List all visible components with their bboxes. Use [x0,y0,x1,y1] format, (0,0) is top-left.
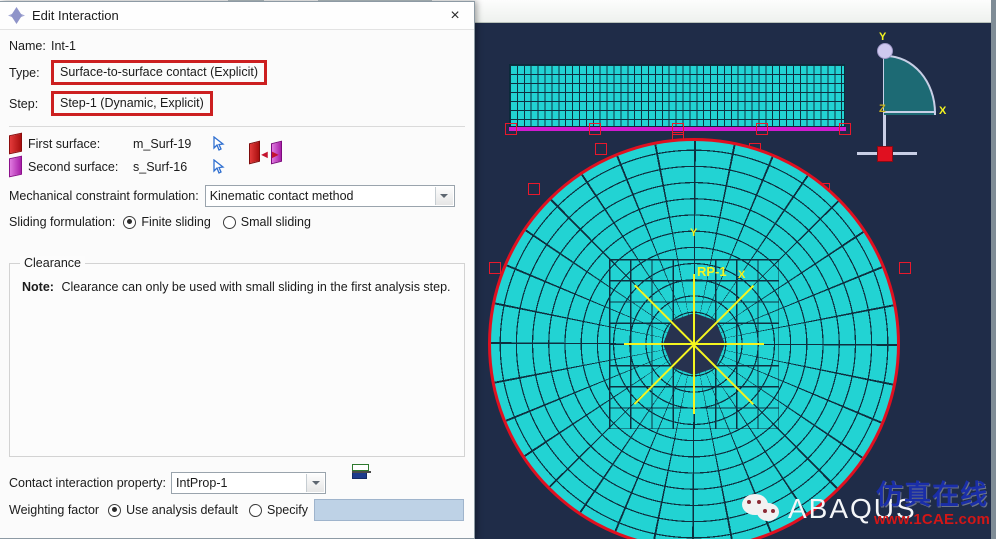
row-second-surface: Second surface: s_Surf-16 [9,155,465,178]
radio-specify[interactable]: Specify [248,503,308,517]
second-surface-icon [9,155,22,178]
clearance-note-text: Clearance can only be used with small sl… [61,280,451,294]
swap-surfaces-icon[interactable]: ◄► [248,140,282,166]
screenshot-root: Y X RP-1 Y X Z ABAQUS 仿真在线 www.1CAE.com … [0,0,996,539]
chevron-down-icon[interactable] [434,187,453,205]
create-interaction-property-icon[interactable] [352,464,371,483]
disc-body: Y X RP-1 [488,138,900,539]
radio-specify-dot [248,503,262,517]
radio-small-sliding-label: Small sliding [240,215,311,229]
selection-marker [839,123,851,135]
rp-y-axis-label: Y [690,227,698,239]
triad-quarter-arc-base [884,111,936,113]
wechat-icon [742,492,782,526]
pick-first-surface-icon[interactable] [213,136,226,151]
meshed-disc-part: Y X RP-1 [488,138,908,539]
clearance-note: Note: Clearance can only be used with sm… [22,280,451,294]
radio-use-analysis-default[interactable]: Use analysis default [108,503,238,517]
radio-small-sliding-dot [222,215,236,229]
mesh-plate-top [509,64,845,127]
cae-watermark: 仿真在线 www.1CAE.com [872,481,992,537]
cae-watermark-url: www.1CAE.com [873,511,991,528]
triad-y-label: Y [879,31,887,43]
radio-specify-label: Specify [266,503,308,517]
first-surface-icon [9,132,22,155]
radio-use-analysis-default-label: Use analysis default [126,503,238,517]
type-label: Type: [9,65,40,80]
radio-finite-sliding-label: Finite sliding [141,215,211,229]
weighting-factor-input[interactable] [313,499,464,521]
mesh-plate-horizontal-lines [510,65,844,126]
divider-1 [9,126,465,127]
row-step: Step: Step-1 (Dynamic, Explicit) [9,91,465,116]
first-surface-value: m_Surf-19 [133,136,192,151]
row-mechanical-constraint: Mechanical constraint formulation: Kinem… [9,185,465,207]
clearance-note-bold: Note: [22,280,54,294]
sliding-formulation-label: Sliding formulation: [9,215,116,229]
abaqus-diamond-icon [8,7,25,24]
name-label: Name: [9,39,46,53]
triad-x-label: X [939,105,947,117]
radio-small-sliding[interactable]: Small sliding [222,215,311,229]
reference-point-label: RP-1 [697,264,727,279]
radio-finite-sliding-dot [123,215,137,229]
row-weighting-factor: Weighting factor Use analysis default Sp… [9,499,464,521]
contact-property-value: IntProp-1 [176,476,228,490]
clearance-group-legend: Clearance [20,256,85,270]
contact-property-select[interactable]: IntProp-1 [171,472,327,494]
step-label: Step: [9,96,39,111]
surfaces-block: First surface: m_Surf-19 Second surface:… [9,132,465,178]
weighting-factor-label: Weighting factor [9,503,100,517]
edit-interaction-dialog[interactable]: Edit Interaction × 1CA Name: Int-1 Type:… [0,1,475,539]
row-contact-interaction-property: Contact interaction property: IntProp-1 [9,472,327,494]
contact-property-label: Contact interaction property: [9,476,167,490]
coordinate-triad-widget: Y X Z [855,31,965,162]
dialog-title: Edit Interaction [32,8,119,23]
step-value-highlighted: Step-1 (Dynamic, Explicit) [51,91,213,116]
selection-marker [756,123,768,135]
row-first-surface: First surface: m_Surf-19 [9,132,465,155]
triad-y-handle[interactable] [877,43,893,59]
second-surface-label: Second surface: [28,159,119,174]
dialog-body: 1CA Name: Int-1 Type: Surface-to-surface… [0,39,474,521]
viewport-right-edge [991,0,996,539]
chevron-down-icon[interactable] [306,474,325,492]
radio-use-analysis-default-dot [108,503,122,517]
selection-marker [505,123,517,135]
mechanical-constraint-value: Kinematic contact method [209,189,354,203]
row-type: Type: Surface-to-surface contact (Explic… [9,60,465,85]
row-name: Name: Int-1 [9,39,465,53]
name-value: Int-1 [51,39,77,53]
mechanical-constraint-select[interactable]: Kinematic contact method [204,185,455,207]
selection-marker [589,123,601,135]
radio-finite-sliding[interactable]: Finite sliding [123,215,211,229]
first-surface-label: First surface: [28,136,101,151]
pick-second-surface-icon[interactable] [213,159,226,174]
triad-origin-handle[interactable] [877,146,893,162]
mechanical-constraint-label: Mechanical constraint formulation: [9,189,199,203]
row-sliding-formulation: Sliding formulation: Finite sliding Smal… [9,215,465,229]
triad-quarter-arc [884,55,936,115]
second-surface-value: s_Surf-16 [133,159,188,174]
triad-z-label: Z [879,103,886,115]
clearance-group: Clearance Note: Clearance can only be us… [9,256,465,457]
close-icon[interactable]: × [442,5,468,26]
type-value-highlighted: Surface-to-surface contact (Explicit) [51,60,267,85]
rp-x-axis-label: X [738,269,746,281]
cae-watermark-chinese: 仿真在线 [876,480,988,511]
dialog-titlebar: Edit Interaction × [0,2,474,30]
